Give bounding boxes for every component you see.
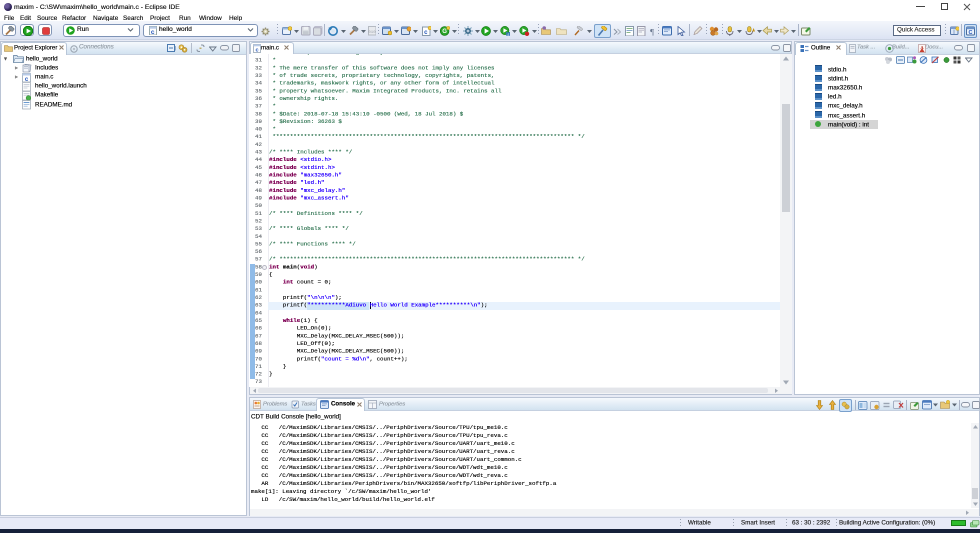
svg-text:¶: ¶ [650,27,654,36]
svg-text:c: c [151,29,155,36]
svg-text:010: 010 [368,31,376,35]
svg-text:G: G [442,29,447,35]
svg-text:c: c [255,47,258,53]
svg-text:C: C [968,30,972,36]
